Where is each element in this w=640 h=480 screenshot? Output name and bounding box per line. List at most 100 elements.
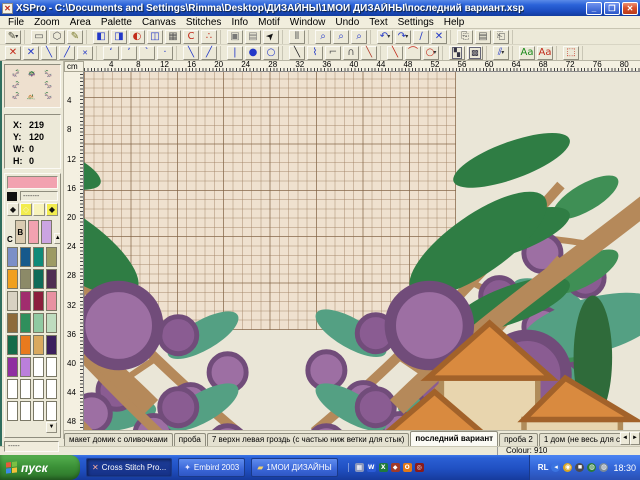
outline-red-button[interactable]: ╲ (387, 46, 403, 60)
palette-swatch[interactable] (33, 379, 44, 399)
palette-swatch[interactable] (33, 335, 44, 355)
draw-line-button[interactable]: ∕ (413, 30, 429, 44)
menu-info[interactable]: Info (226, 16, 253, 29)
quarter-stitch-2-button[interactable]: ʼ (121, 46, 137, 60)
new-design-button[interactable]: ▤ (475, 30, 491, 44)
motif-browser-button[interactable]: ▚ (449, 46, 465, 60)
palette-swatch[interactable] (46, 357, 57, 377)
select-rectangle-button[interactable]: ▭ (31, 30, 47, 44)
menu-canvas[interactable]: Canvas (137, 16, 181, 29)
palette-swatch[interactable] (7, 269, 18, 289)
menu-palette[interactable]: Palette (96, 16, 137, 29)
restore-button[interactable]: ❐ (604, 2, 620, 15)
full-stitch-red-button[interactable]: ✕ (5, 46, 21, 60)
palette-swatch[interactable] (20, 357, 31, 377)
half-back-button[interactable]: ╲ (183, 46, 199, 60)
palette-swatch[interactable] (20, 313, 31, 333)
black-color-chip[interactable] (7, 192, 17, 201)
palette-swatch[interactable] (33, 247, 44, 267)
menu-help[interactable]: Help (439, 16, 470, 29)
dropdown-arrow-icon[interactable]: ▾ (433, 49, 436, 56)
backstitch-blue-button[interactable]: ⌇ (307, 46, 323, 60)
dropdown-arrow-icon[interactable]: ▾ (387, 33, 390, 40)
menu-undo[interactable]: Undo (330, 16, 364, 29)
palette-swatch[interactable] (7, 401, 18, 421)
menu-zoom[interactable]: Zoom (29, 16, 65, 29)
rotate-motif-button[interactable]: ◐ (129, 30, 145, 44)
palette-swatch[interactable] (20, 401, 31, 421)
circle-red-button[interactable]: ○▾ (423, 46, 439, 60)
palette-swatch[interactable] (33, 291, 44, 311)
hide-icons-chevron[interactable]: ◂ (551, 463, 560, 472)
palette-swatch[interactable] (7, 335, 18, 355)
palette-swatch[interactable] (7, 313, 18, 333)
task-1мои-дизайны[interactable]: ▰1МОИ ДИЗАЙНЫ (251, 458, 337, 477)
palette-swatch[interactable] (20, 291, 31, 311)
pointer-button[interactable]: ➤ (263, 30, 279, 44)
current-color-swatch[interactable] (7, 176, 58, 189)
zoom-in-button[interactable]: ⌕ (315, 30, 331, 44)
pen-tool-button[interactable]: ✎▾ (5, 30, 21, 44)
palette-swatch[interactable] (20, 335, 31, 355)
full-stitch-button[interactable]: ✕ (23, 46, 39, 60)
update-tray-icon[interactable]: ◍ (587, 463, 596, 472)
palette-scroll-up-icon[interactable]: ▲ (54, 233, 61, 244)
menu-text[interactable]: Text (364, 16, 392, 29)
language-indicator[interactable]: RL (538, 463, 549, 472)
line-style-button[interactable]: ⫽▾ (493, 46, 509, 60)
app-tray-icon[interactable]: ■ (575, 463, 584, 472)
network-tray-icon[interactable]: ◍ (599, 463, 608, 472)
palette-swatch[interactable] (46, 401, 57, 421)
design-preview[interactable] (4, 64, 61, 108)
tab-7-верхн-левая-гроздь-с-частью-ниж-ветки-для-стык[interactable]: 7 верхн левая гроздь (с частью ниж ветки… (207, 433, 410, 446)
half-stitch-button[interactable]: ╱ (59, 46, 75, 60)
stitch-select-button[interactable]: ⬚ (563, 46, 579, 60)
task-embird-2003[interactable]: ✦Embird 2003 (178, 458, 245, 477)
open-recent-button[interactable]: ⎗ (493, 30, 509, 44)
palette-swatch[interactable] (46, 313, 57, 333)
undo-button[interactable]: ↶▾ (377, 30, 393, 44)
palette-header-swatch[interactable] (41, 220, 52, 244)
close-button[interactable]: ✕ (622, 2, 638, 15)
delete-stitch-button[interactable]: ✕ (431, 30, 447, 44)
floss-thread-button[interactable]: ⦀ (289, 30, 305, 44)
orange-app-icon[interactable]: O (403, 463, 412, 472)
menu-window[interactable]: Window (285, 16, 331, 29)
palette-tool-cell[interactable] (33, 203, 45, 216)
menu-settings[interactable]: Settings (393, 16, 439, 29)
half-forward-button[interactable]: ╱ (201, 46, 217, 60)
tab-scroll-left-icon[interactable]: ◄ (620, 432, 630, 445)
menu-area[interactable]: Area (65, 16, 96, 29)
palette-swatch[interactable] (33, 357, 44, 377)
palette-swatch[interactable] (7, 379, 18, 399)
task-cross-stitch-pro[interactable]: ✕Cross Stitch Pro... (86, 458, 172, 477)
palette-swatch[interactable] (33, 401, 44, 421)
curve-red-button[interactable]: ⌒ (405, 46, 421, 60)
minimize-button[interactable]: _ (586, 2, 602, 15)
redo-button[interactable]: ↷▾ (395, 30, 411, 44)
select-lasso-button[interactable]: ⬡ (49, 30, 65, 44)
palette-scroll-down-icon[interactable]: ▼ (46, 422, 57, 433)
text-tool-green-button[interactable]: Aa (519, 46, 535, 60)
tab-проба-2[interactable]: проба 2 (499, 433, 538, 446)
petite-stitch-button[interactable]: ✕ (77, 46, 93, 60)
bead-filled-button[interactable]: ● (245, 46, 261, 60)
palette-swatch[interactable] (46, 379, 57, 399)
palette-swatch[interactable] (20, 247, 31, 267)
running-stitch-2-button[interactable]: ∩ (343, 46, 359, 60)
tab-макет-домик-с-оливочками[interactable]: макет домик с оливочками (64, 433, 173, 446)
palette-swatch[interactable] (46, 291, 57, 311)
zoom-fit-button[interactable]: ⌕ (351, 30, 367, 44)
transform-grid-button[interactable]: ▦ (165, 30, 181, 44)
mirror-motif-button[interactable]: ◫ (147, 30, 163, 44)
backstitch-black-button[interactable]: ╲ (289, 46, 305, 60)
export-image-button[interactable]: ▤ (245, 30, 261, 44)
quarter-stitch-4-button[interactable]: · (157, 46, 173, 60)
pattern-grid-button[interactable]: ▩ (467, 46, 483, 60)
select-edit-button[interactable]: ✎ (67, 30, 83, 44)
word-icon[interactable]: W (367, 463, 376, 472)
flip-horizontal-button[interactable]: ◧ (93, 30, 109, 44)
three-quarter-stitch-button[interactable]: ╲ (41, 46, 57, 60)
graphics-app-icon[interactable]: ◆ (391, 463, 400, 472)
image-view-button[interactable]: ▣ (227, 30, 243, 44)
